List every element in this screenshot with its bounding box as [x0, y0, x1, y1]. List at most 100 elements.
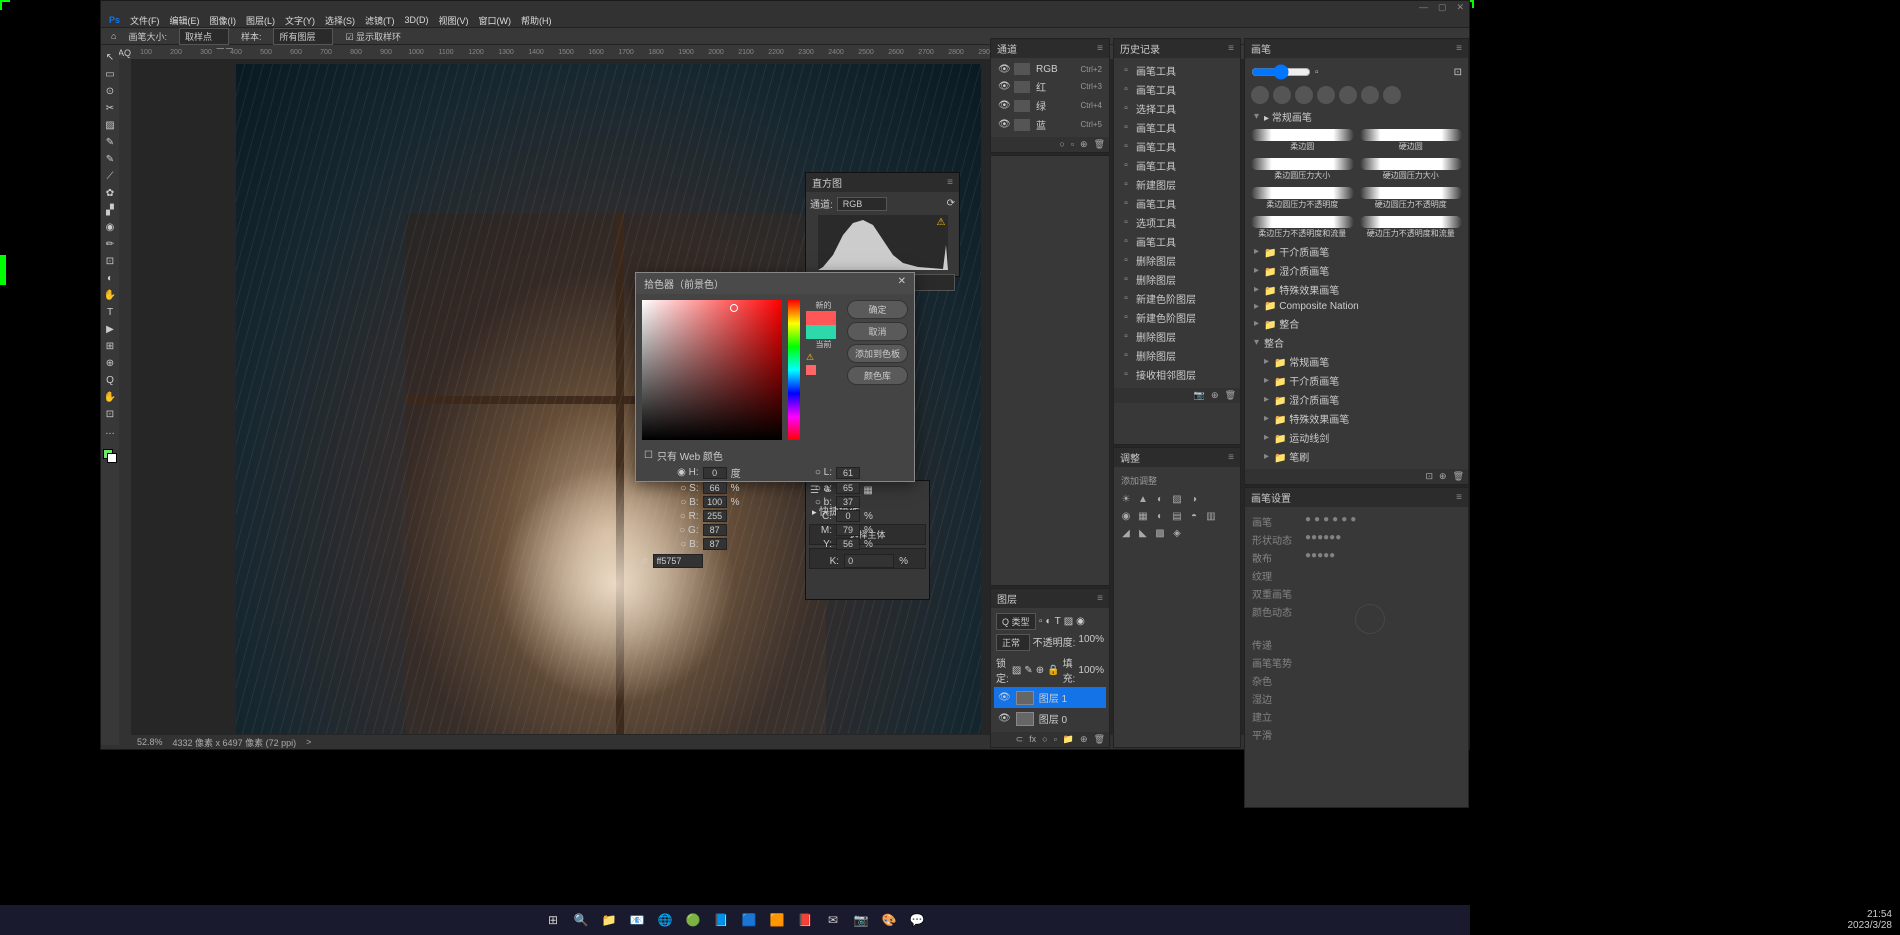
saturation-value-field[interactable] [642, 300, 782, 440]
refresh-icon[interactable]: ⟳ [947, 198, 955, 209]
tool-9[interactable]: ▞ [103, 203, 117, 217]
history-step[interactable]: ▫画笔工具 [1117, 118, 1237, 137]
sample-layers-dropdown[interactable]: 所有图层 [273, 28, 333, 45]
tool-8[interactable]: ✿ [103, 186, 117, 200]
menu-filter[interactable]: 滤镜(T) [365, 14, 395, 27]
r-input[interactable] [703, 510, 727, 522]
fill-value[interactable]: 100% [1078, 665, 1104, 676]
s-input[interactable] [703, 482, 727, 494]
channel-row[interactable]: 👁绿Ctrl+4 [994, 96, 1106, 115]
taskbar-app-icon[interactable]: 📕 [793, 908, 817, 932]
history-step[interactable]: ▫接收相邻图层 [1117, 365, 1237, 384]
tool-10[interactable]: ◉ [103, 220, 117, 234]
tool-15[interactable]: T [103, 305, 117, 319]
panel-menu-icon[interactable]: ≡ [1456, 43, 1462, 54]
history-step[interactable]: ▫画笔工具 [1117, 194, 1237, 213]
ok-button[interactable]: 确定 [847, 300, 908, 319]
k-input[interactable] [844, 554, 894, 568]
tool-16[interactable]: ▶ [103, 322, 117, 336]
panel-menu-icon[interactable]: ≡ [1097, 593, 1103, 604]
add-swatch-button[interactable]: 添加到色板 [847, 344, 908, 363]
tool-1[interactable]: ▭ [103, 67, 117, 81]
tool-7[interactable]: ⟋ [103, 169, 117, 183]
brush-preset-row[interactable]: 柔边圆压力大小硬边圆压力大小 [1248, 155, 1465, 184]
brush-preset-row[interactable]: 柔边圆硬边圆 [1248, 126, 1465, 155]
histogram-channel-dropdown[interactable]: RGB [837, 197, 887, 211]
menu-help[interactable]: 帮助(H) [521, 14, 552, 27]
taskbar-app-icon[interactable]: 🎨 [877, 908, 901, 932]
tool-22[interactable]: … [103, 424, 117, 438]
channel-row[interactable]: 👁红Ctrl+3 [994, 77, 1106, 96]
close-button[interactable]: ✕ [1456, 2, 1464, 13]
y-input[interactable] [836, 538, 860, 550]
history-step[interactable]: ▫画笔工具 [1117, 137, 1237, 156]
history-step[interactable]: ▫画笔工具 [1117, 61, 1237, 80]
minimize-button[interactable]: — [1419, 2, 1428, 12]
history-step[interactable]: ▫画笔工具 [1117, 156, 1237, 175]
adjustment-icons[interactable]: ◉▦◐▤◓▥ [1117, 508, 1237, 525]
taskbar-app-icon[interactable]: 📘 [709, 908, 733, 932]
tool-18[interactable]: ⊕ [103, 356, 117, 370]
history-step[interactable]: ▫选项工具 [1117, 213, 1237, 232]
brush-folder[interactable]: ▾▸ 常规画笔 [1248, 107, 1465, 126]
show-ring-checkbox[interactable]: ☑ 显示取样环 [345, 30, 401, 43]
taskbar-app-icon[interactable]: ✉ [821, 908, 845, 932]
menu-edit[interactable]: 编辑(E) [170, 14, 200, 27]
m-input[interactable] [836, 524, 860, 536]
maximize-button[interactable]: ▢ [1438, 2, 1447, 13]
l-input[interactable] [836, 467, 860, 479]
brush-folder[interactable]: ▸📁 Composite Nation [1248, 299, 1465, 314]
color-picker-dialog[interactable]: 拾色器（前景色） ✕ 新的 当前 ⚠ 确定 取消 添加到色板 颜色库 ☐只有 W… [635, 272, 915, 482]
tool-19[interactable]: Q [103, 373, 117, 387]
visibility-icon[interactable]: 👁 [998, 692, 1011, 703]
history-step[interactable]: ▫新建图层 [1117, 175, 1237, 194]
a-input[interactable] [836, 482, 860, 494]
brush-folder[interactable]: ▸📁 干介质画笔 [1248, 242, 1465, 261]
menu-3d[interactable]: 3D(D) [405, 15, 429, 25]
brush-subfolder[interactable]: ▸📁 特殊效果画笔 [1258, 409, 1465, 428]
brush-subfolder[interactable]: ▸📁 运动线剑 [1258, 428, 1465, 447]
h-input[interactable] [703, 467, 727, 479]
brush-folder[interactable]: ▾整合 [1248, 333, 1465, 352]
history-step[interactable]: ▫画笔工具 [1117, 80, 1237, 99]
color-libs-button[interactable]: 颜色库 [847, 366, 908, 385]
layer-row[interactable]: 👁 图层 1 [994, 687, 1106, 708]
history-step[interactable]: ▫画笔工具 [1117, 232, 1237, 251]
menu-view[interactable]: 视图(V) [439, 14, 469, 27]
history-step[interactable]: ▫新建色阶图层 [1117, 308, 1237, 327]
menu-file[interactable]: 文件(F) [130, 14, 160, 27]
tool-12[interactable]: ⊡ [103, 254, 117, 268]
opacity-value[interactable]: 100% [1078, 634, 1104, 651]
tool-17[interactable]: ⊞ [103, 339, 117, 353]
hue-slider[interactable] [788, 300, 800, 440]
history-step[interactable]: ▫删除图层 [1117, 251, 1237, 270]
g-input[interactable] [703, 524, 727, 536]
history-step[interactable]: ▫删除图层 [1117, 270, 1237, 289]
tool-5[interactable]: ✎ [103, 135, 117, 149]
hex-input[interactable] [653, 554, 703, 568]
brush-tip-thumbs[interactable] [1248, 83, 1465, 107]
menu-layer[interactable]: 图层(L) [246, 14, 275, 27]
taskbar-app-icon[interactable]: 💬 [905, 908, 929, 932]
adjustment-icons[interactable]: ◢◣▩◈ [1117, 525, 1237, 542]
brush-subfolder[interactable]: ▸📁 湿介质画笔 [1258, 390, 1465, 409]
cancel-button[interactable]: 取消 [847, 322, 908, 341]
bval-input[interactable] [703, 496, 727, 508]
taskbar-app-icon[interactable]: 🌐 [653, 908, 677, 932]
brush-subfolder[interactable]: ▸📁 干介质画笔 [1258, 371, 1465, 390]
tool-21[interactable]: ⊡ [103, 407, 117, 421]
brush-folder[interactable]: ▸📁 特殊效果画笔 [1248, 280, 1465, 299]
c-input[interactable] [836, 510, 860, 522]
web-only-checkbox[interactable]: ☐ [644, 450, 653, 461]
taskbar-app-icon[interactable]: 🟧 [765, 908, 789, 932]
layer-row[interactable]: 👁 图层 0 [994, 708, 1106, 729]
zoom-level[interactable]: 52.8% [137, 737, 163, 747]
blue-input[interactable] [703, 538, 727, 550]
current-color-swatch[interactable] [806, 325, 836, 339]
menu-select[interactable]: 选择(S) [325, 14, 355, 27]
panel-menu-icon[interactable]: ≡ [1097, 43, 1103, 54]
tool-0[interactable]: ↖ [103, 50, 117, 64]
history-step[interactable]: ▫选择工具 [1117, 99, 1237, 118]
brush-subfolder[interactable]: ▸📁 常规画笔 [1258, 352, 1465, 371]
home-icon[interactable]: ⌂ [111, 31, 116, 41]
